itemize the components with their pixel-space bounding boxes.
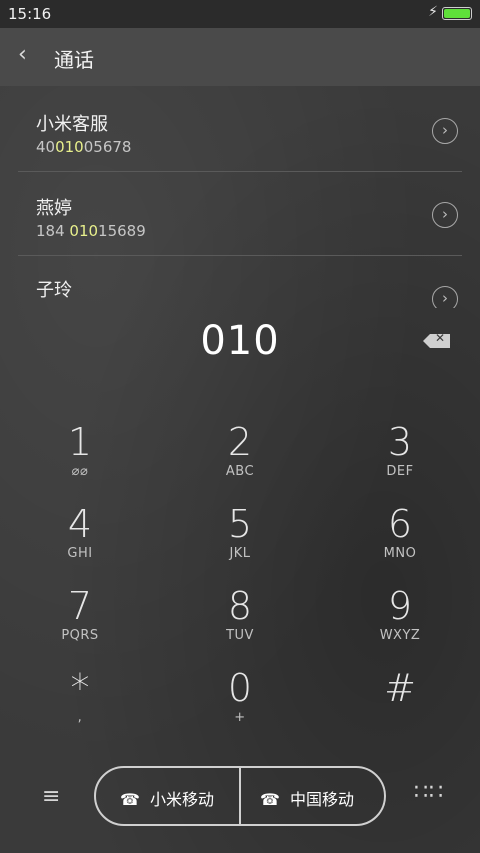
page-title: 通话 <box>54 48 94 72</box>
contact-row[interactable]: 小米客服 4001005678 › <box>0 88 480 172</box>
key-9[interactable]: 9 WXYZ <box>340 584 460 664</box>
key-hash[interactable]: # <box>340 666 460 746</box>
voicemail-icon: ⌀⌀ <box>71 464 89 479</box>
key-5[interactable]: 5 JKL <box>180 502 300 582</box>
key-2[interactable]: 2 ABC <box>180 420 300 500</box>
key-1[interactable]: 1 ⌀⌀ <box>20 420 140 500</box>
header: ‹ 通话 <box>0 28 480 86</box>
contact-name: 子玲 <box>36 280 72 301</box>
call-sim1-button[interactable]: ☎ 小米移动 <box>120 786 214 810</box>
keypad-grid-icon[interactable]: ∷∷ <box>414 780 444 805</box>
phone-icon: ☎ <box>260 790 280 809</box>
key-3[interactable]: 3 DEF <box>340 420 460 500</box>
phone-icon: ☎ <box>120 790 140 809</box>
chevron-right-circle-icon[interactable]: › <box>432 118 458 144</box>
key-4[interactable]: 4 GHI <box>20 502 140 582</box>
backspace-icon[interactable]: ✕ <box>423 331 450 348</box>
contact-number: 4001005678 <box>36 138 132 156</box>
sim1-label: 小米移动 <box>149 790 214 809</box>
battery-icon <box>442 7 472 20</box>
back-arrow-icon[interactable]: ‹ <box>18 42 27 67</box>
call-sim2-button[interactable]: ☎ 中国移动 <box>260 786 354 810</box>
status-bar: 15:16 ⚡ <box>0 0 480 28</box>
contact-row[interactable]: 子玲 › <box>0 256 480 308</box>
chevron-right-circle-icon[interactable]: › <box>432 202 458 228</box>
key-6[interactable]: 6 MNO <box>340 502 460 582</box>
contact-number: 184 01015689 <box>36 222 146 240</box>
charging-icon: ⚡ <box>428 4 438 20</box>
contact-name: 燕婷 <box>36 198 72 219</box>
menu-icon[interactable]: ≡ <box>42 784 60 809</box>
contact-name: 小米客服 <box>36 114 108 135</box>
key-star[interactable]: * , <box>20 666 140 746</box>
contact-row[interactable]: 燕婷 184 01015689 › <box>0 172 480 256</box>
key-0[interactable]: 0 + <box>180 666 300 746</box>
sim2-label: 中国移动 <box>289 790 354 809</box>
key-8[interactable]: 8 TUV <box>180 584 300 664</box>
dialed-number: 010 <box>200 318 280 364</box>
sim-divider <box>239 766 241 826</box>
chevron-right-circle-icon[interactable]: › <box>432 286 458 308</box>
status-time: 15:16 <box>8 5 52 23</box>
key-7[interactable]: 7 PQRS <box>20 584 140 664</box>
